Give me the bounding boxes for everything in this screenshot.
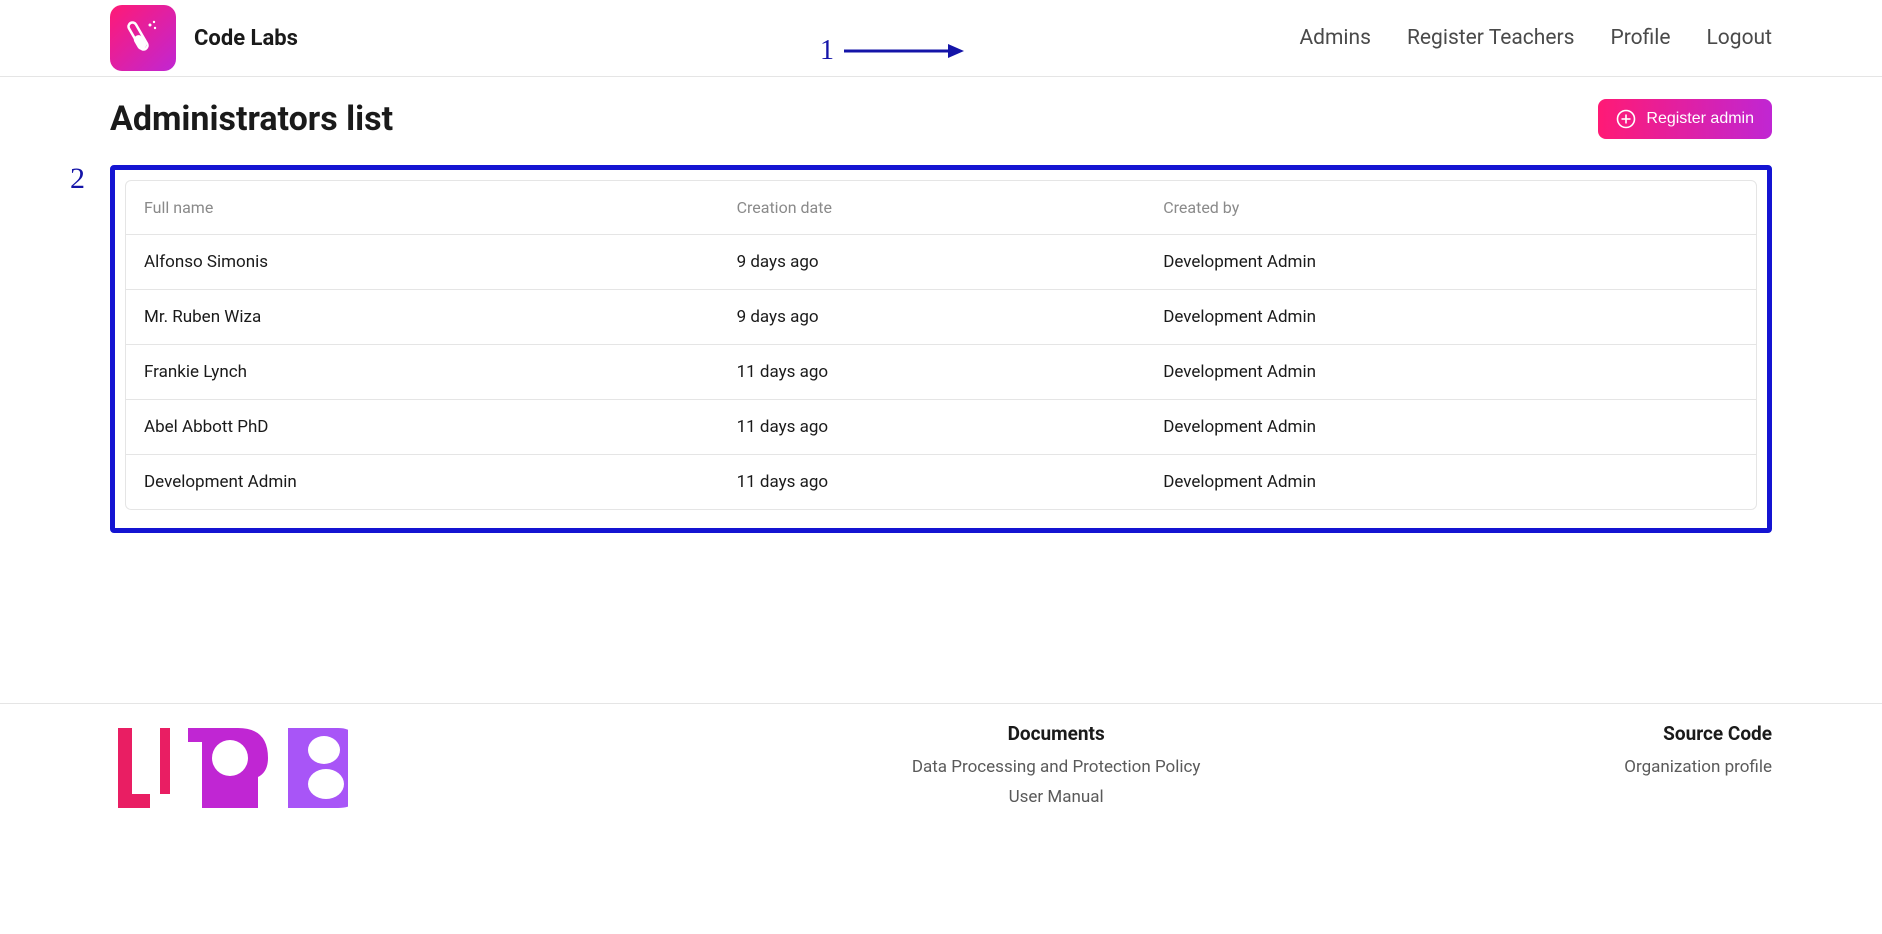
table-header-row: Full name Creation date Created by <box>126 181 1756 235</box>
title-row: Administrators list Register admin <box>110 99 1772 139</box>
cell-date: 9 days ago <box>737 252 1164 272</box>
col-created-by: Created by <box>1163 198 1738 217</box>
cell-by: Development Admin <box>1163 417 1738 437</box>
cell-date: 11 days ago <box>737 362 1164 382</box>
footer: Documents Data Processing and Protection… <box>0 703 1882 817</box>
table-row[interactable]: Abel Abbott PhD 11 days ago Development … <box>126 400 1756 455</box>
cell-name: Abel Abbott PhD <box>144 417 737 437</box>
cell-date: 11 days ago <box>737 472 1164 492</box>
nav-logout[interactable]: Logout <box>1706 26 1772 50</box>
nav-register-teachers[interactable]: Register Teachers <box>1407 26 1574 50</box>
cell-by: Development Admin <box>1163 472 1738 492</box>
admins-table: Full name Creation date Created by Alfon… <box>125 180 1757 510</box>
nav-profile[interactable]: Profile <box>1610 26 1670 50</box>
cell-by: Development Admin <box>1163 307 1738 327</box>
cell-date: 9 days ago <box>737 307 1164 327</box>
footer-logo <box>110 722 348 812</box>
annotation-1-label: 1 <box>820 35 834 67</box>
brand[interactable]: Code Labs <box>110 5 298 71</box>
top-nav: Admins Register Teachers Profile Logout <box>1299 26 1772 50</box>
footer-source: Source Code Organization profile <box>1624 722 1772 787</box>
annotation-2-label: 2 <box>70 162 85 196</box>
register-admin-label: Register admin <box>1646 110 1754 128</box>
header: Code Labs 1 Admins Register Teachers Pro… <box>0 0 1882 77</box>
table-highlight-box: 2 Full name Creation date Created by Alf… <box>110 165 1772 533</box>
table-row[interactable]: Mr. Ruben Wiza 9 days ago Development Ad… <box>126 290 1756 345</box>
table-row[interactable]: Development Admin 11 days ago Developmen… <box>126 455 1756 509</box>
cell-by: Development Admin <box>1163 362 1738 382</box>
footer-documents-heading: Documents <box>488 722 1624 745</box>
cell-name: Development Admin <box>144 472 737 492</box>
footer-source-heading: Source Code <box>1624 722 1772 745</box>
page-title: Administrators list <box>110 99 393 139</box>
footer-documents: Documents Data Processing and Protection… <box>348 722 1624 817</box>
footer-link-manual[interactable]: User Manual <box>488 787 1624 807</box>
nav-admins[interactable]: Admins <box>1299 26 1371 50</box>
col-full-name: Full name <box>144 198 737 217</box>
table-row[interactable]: Alfonso Simonis 9 days ago Development A… <box>126 235 1756 290</box>
main-content: Administrators list Register admin 2 Ful… <box>0 77 1882 573</box>
cell-name: Alfonso Simonis <box>144 252 737 272</box>
footer-link-policy[interactable]: Data Processing and Protection Policy <box>488 757 1624 777</box>
register-admin-button[interactable]: Register admin <box>1598 99 1772 139</box>
table-row[interactable]: Frankie Lynch 11 days ago Development Ad… <box>126 345 1756 400</box>
cell-date: 11 days ago <box>737 417 1164 437</box>
logo-icon <box>110 5 176 71</box>
cell-name: Mr. Ruben Wiza <box>144 307 737 327</box>
col-creation-date: Creation date <box>737 198 1164 217</box>
annotation-1: 1 <box>820 35 964 67</box>
brand-name: Code Labs <box>194 26 298 51</box>
plus-circle-icon <box>1616 109 1636 129</box>
cell-name: Frankie Lynch <box>144 362 737 382</box>
cell-by: Development Admin <box>1163 252 1738 272</box>
table-body: Alfonso Simonis 9 days ago Development A… <box>126 235 1756 509</box>
footer-link-org[interactable]: Organization profile <box>1624 757 1772 777</box>
